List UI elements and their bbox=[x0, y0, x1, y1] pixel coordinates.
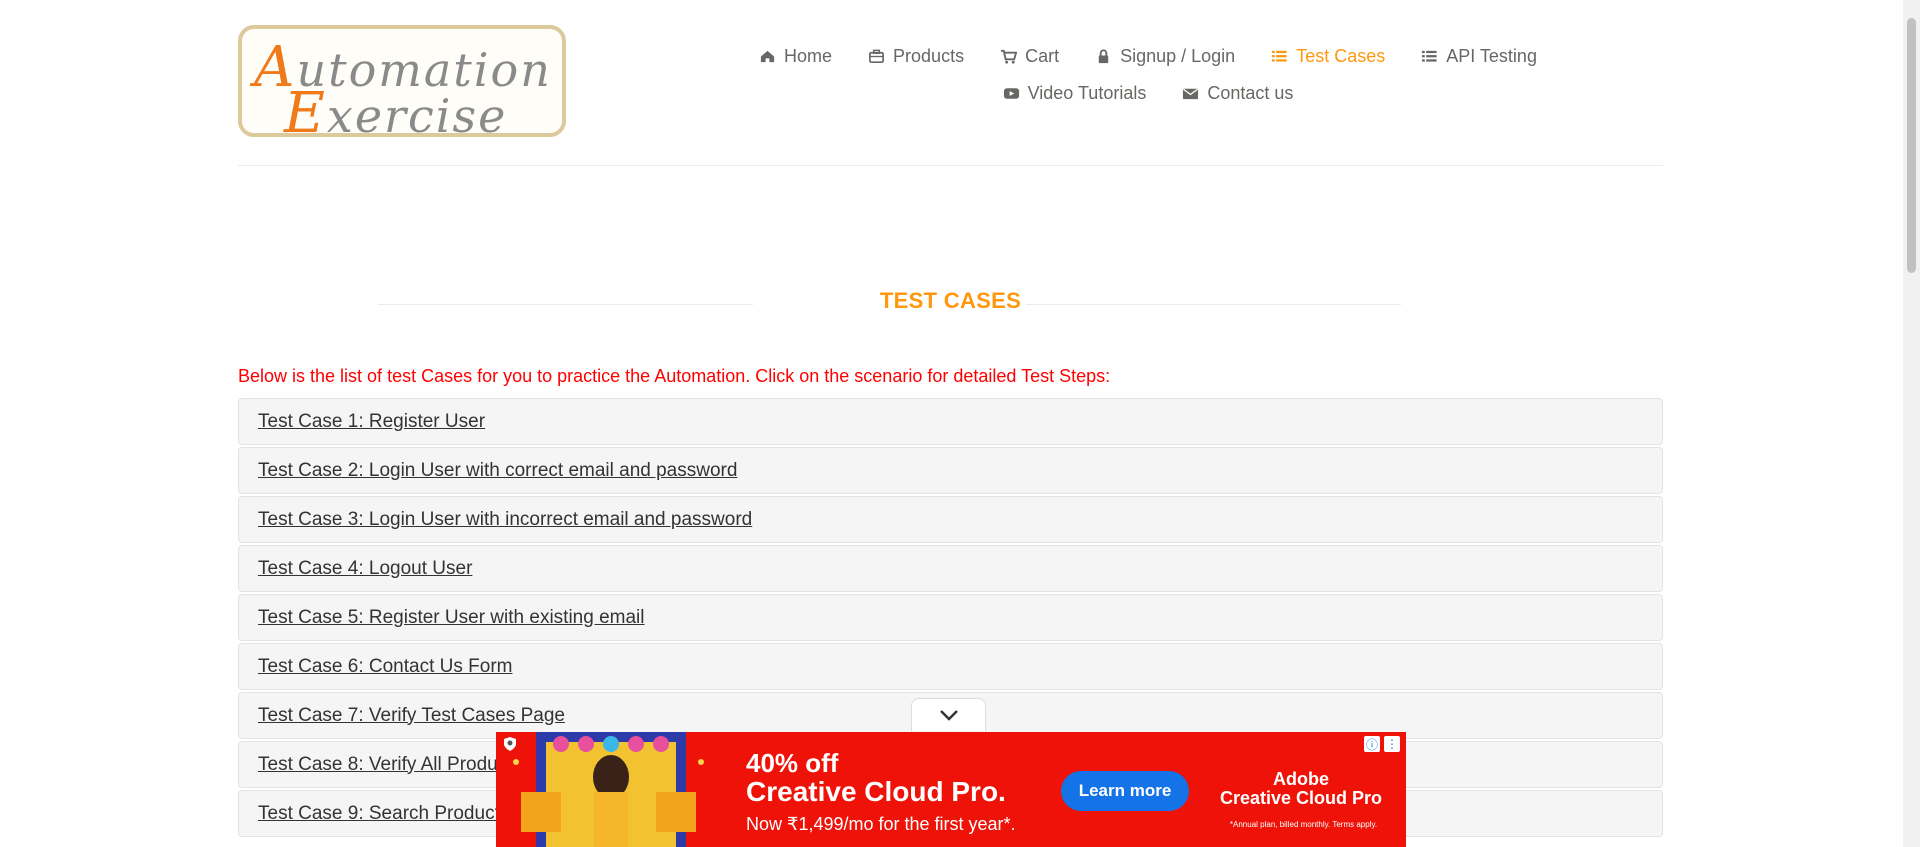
ad-info-icon[interactable]: ⓘ bbox=[1364, 736, 1380, 752]
ad-brand: Adobe Creative Cloud Pro bbox=[1219, 769, 1383, 808]
header-divider bbox=[238, 165, 1663, 166]
nav-video-tutorials[interactable]: Video Tutorials bbox=[1003, 83, 1147, 104]
ad-collapse-button[interactable] bbox=[911, 698, 986, 731]
list-icon bbox=[1272, 50, 1287, 62]
nav-label: Products bbox=[893, 46, 965, 66]
lock-icon bbox=[1098, 49, 1109, 64]
test-case-link-6[interactable]: Test Case 6: Contact Us Form bbox=[238, 643, 1663, 690]
nav-api-testing[interactable]: API Testing bbox=[1421, 46, 1537, 67]
ad-shield-icon bbox=[504, 737, 516, 751]
intro-text: Below is the list of test Cases for you … bbox=[238, 366, 1111, 386]
ad-product: Creative Cloud Pro. bbox=[746, 776, 1006, 807]
ad-fine-print: *Annual plan, billed monthly. Terms appl… bbox=[1229, 820, 1378, 829]
nav-label: Signup / Login bbox=[1120, 46, 1236, 66]
nav-label: API Testing bbox=[1446, 46, 1537, 66]
nav-products[interactable]: Products bbox=[868, 46, 964, 67]
nav-label: Test Cases bbox=[1296, 46, 1386, 66]
nav-label: Cart bbox=[1025, 46, 1060, 66]
site-logo[interactable]: Automation Exercise bbox=[238, 25, 566, 146]
envelope-icon bbox=[1183, 88, 1199, 100]
test-case-link-3[interactable]: Test Case 3: Login User with incorrect e… bbox=[238, 496, 1663, 543]
nav-signup-login[interactable]: Signup / Login bbox=[1095, 46, 1235, 67]
nav-test-cases[interactable]: Test Cases bbox=[1271, 46, 1385, 67]
ad-price: Now ₹1,499/mo for the first year*. bbox=[746, 814, 1016, 834]
ad-illustration bbox=[513, 732, 704, 847]
nav-cart[interactable]: Cart bbox=[1000, 46, 1059, 67]
chevron-down-icon bbox=[939, 710, 958, 721]
test-case-link-1[interactable]: Test Case 1: Register User bbox=[238, 398, 1663, 445]
section-title: TEST CASES bbox=[879, 288, 1022, 313]
ad-banner[interactable]: 40% off Creative Cloud Pro. Now ₹1,499/m… bbox=[496, 732, 1406, 847]
ad-learn-more-button[interactable]: Learn more bbox=[1061, 771, 1189, 811]
home-icon bbox=[760, 50, 775, 63]
nav-label: Home bbox=[784, 46, 833, 66]
nav-label: Contact us bbox=[1207, 83, 1294, 103]
scrollbar[interactable] bbox=[1903, 0, 1920, 847]
nav-row-1: Home Products Cart Signup / Login Test Cases… bbox=[738, 38, 1558, 75]
nav-contact-us[interactable]: Contact us bbox=[1182, 83, 1293, 104]
test-case-link-4[interactable]: Test Case 4: Logout User bbox=[238, 545, 1663, 592]
list-icon bbox=[1422, 50, 1437, 62]
test-case-link-2[interactable]: Test Case 2: Login User with correct ema… bbox=[238, 447, 1663, 494]
ad-info-controls: ⓘ ⋮ bbox=[1364, 736, 1400, 752]
cart-icon bbox=[1001, 49, 1018, 64]
main-nav: Home Products Cart Signup / Login Test Cases… bbox=[738, 38, 1558, 112]
scrollbar-thumb[interactable] bbox=[1907, 18, 1916, 273]
ad-offer: 40% off bbox=[746, 748, 839, 778]
youtube-icon bbox=[1003, 88, 1019, 99]
ad-menu-icon[interactable]: ⋮ bbox=[1384, 736, 1400, 752]
briefcase-icon bbox=[869, 49, 884, 64]
nav-home[interactable]: Home bbox=[759, 46, 832, 67]
test-case-link-5[interactable]: Test Case 5: Register User with existing… bbox=[238, 594, 1663, 641]
nav-row-2: Video Tutorials Contact us bbox=[738, 75, 1558, 112]
nav-label: Video Tutorials bbox=[1027, 83, 1147, 103]
